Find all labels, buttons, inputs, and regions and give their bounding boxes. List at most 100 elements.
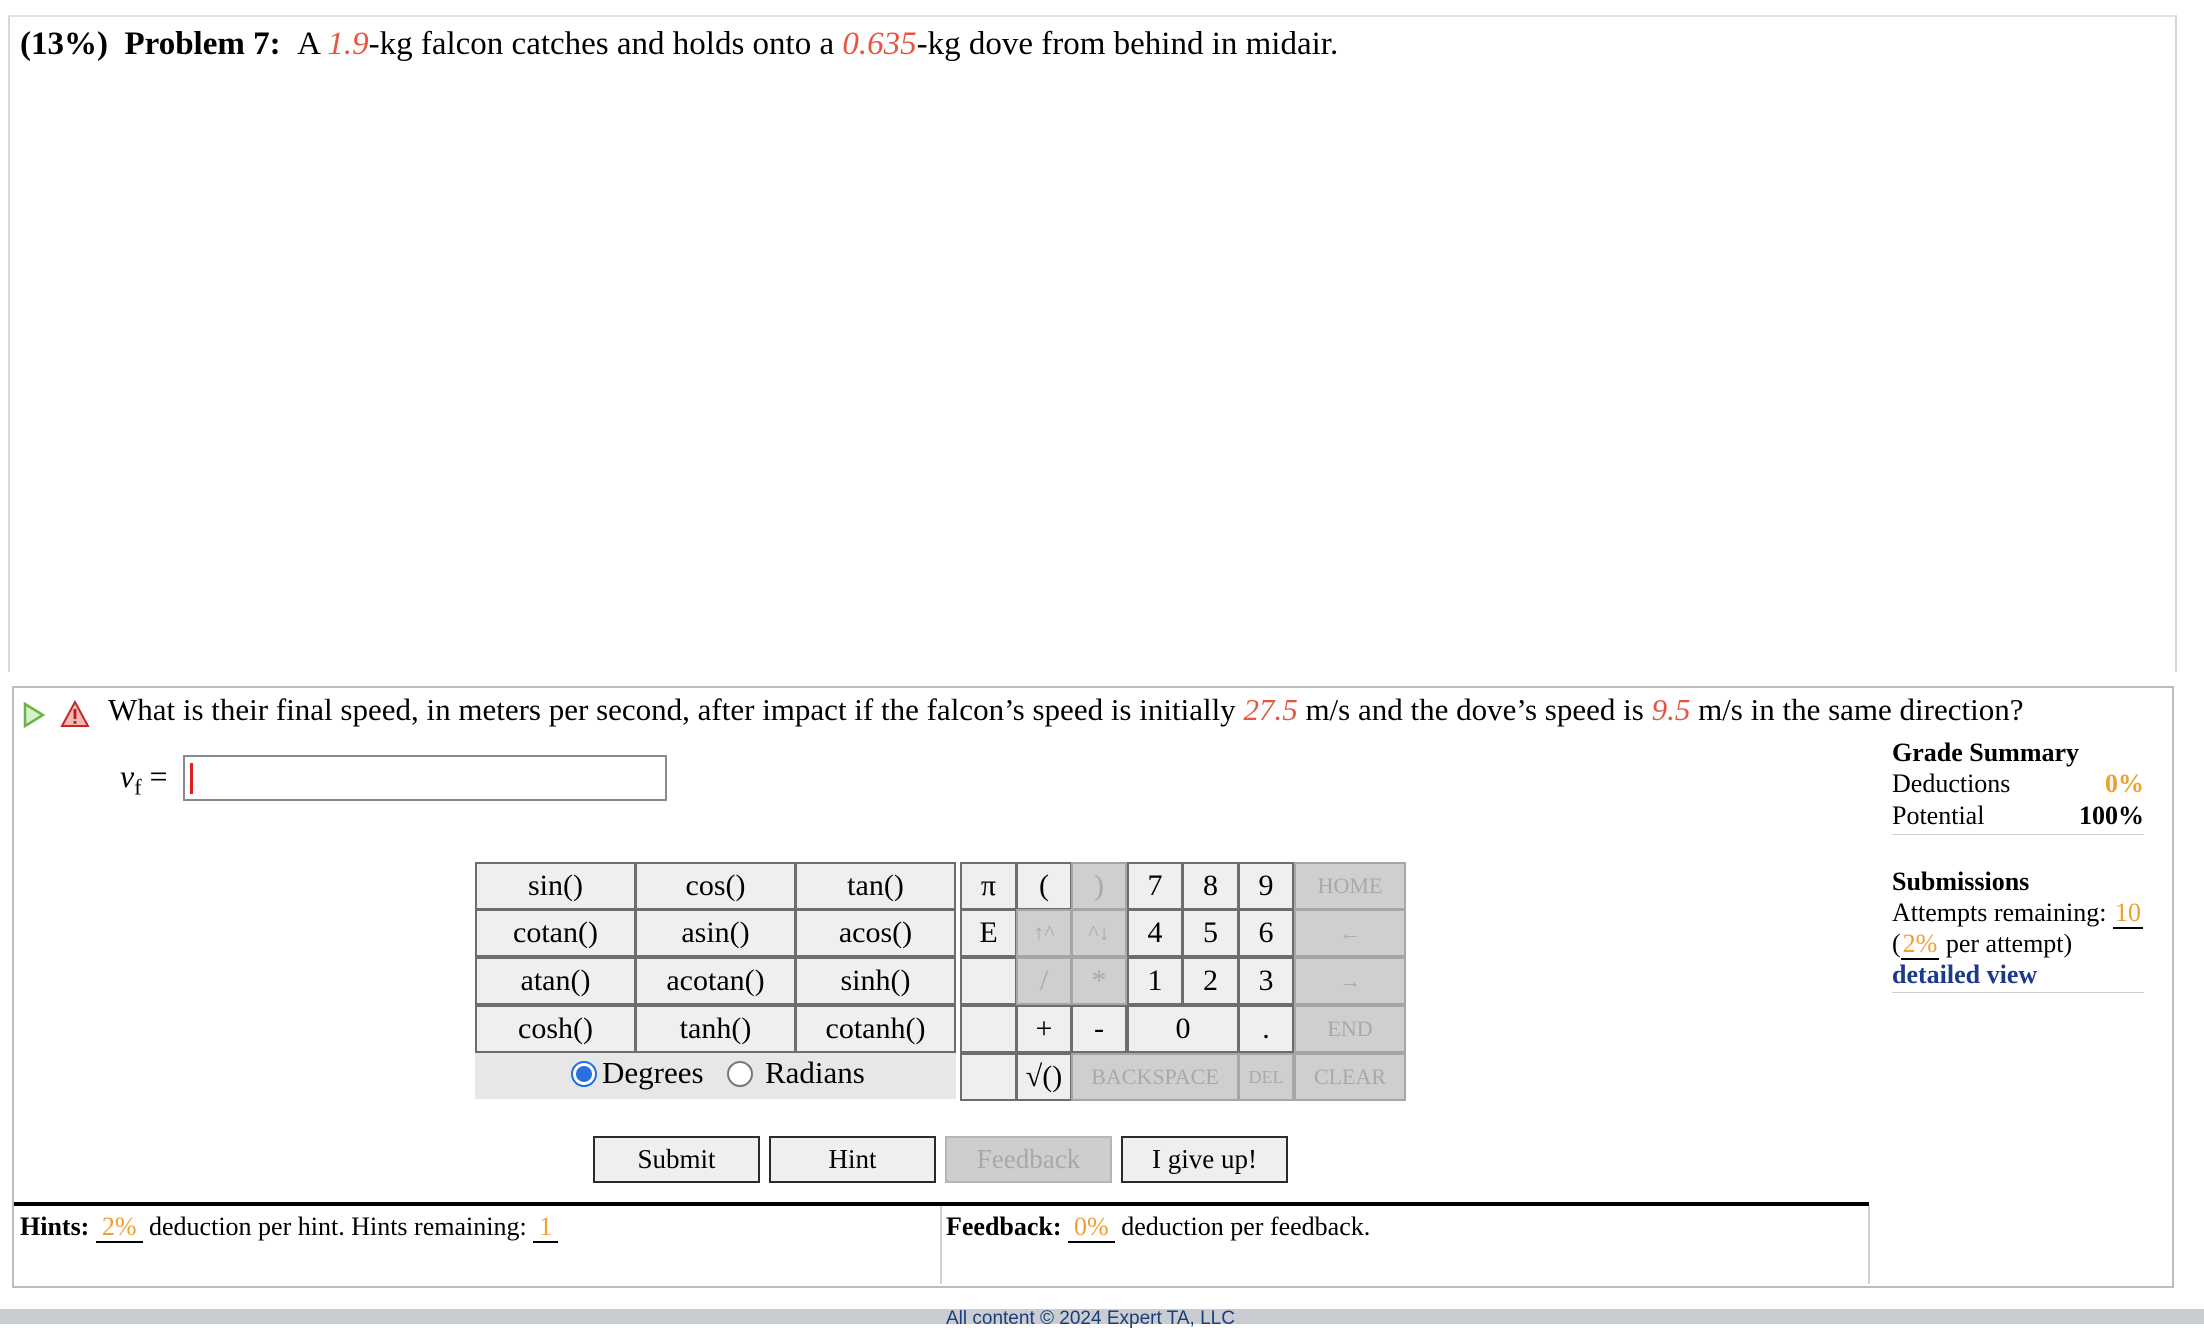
problem-label: Problem 7: — [124, 26, 281, 62]
hints-remaining-value: 1 — [533, 1212, 559, 1243]
submit-button[interactable]: Submit — [593, 1136, 760, 1183]
problem-text-c: -kg dove from behind in midair. — [916, 26, 1339, 62]
degrees-radio[interactable] — [571, 1061, 597, 1087]
per-attempt-text: per attempt) — [1939, 929, 2073, 958]
hints-panel: Hints: 2% deduction per hint. Hints rema… — [14, 1206, 942, 1284]
problem-weight: (13%) — [20, 26, 108, 62]
key-9[interactable]: 9 — [1238, 862, 1294, 910]
attempts-remaining-value: 10 — [2112, 898, 2143, 929]
problem-statement: (13%) Problem 7: A 1.9-kg falcon catches… — [20, 26, 1338, 63]
key-4[interactable]: 4 — [1127, 909, 1183, 957]
question-text: What is their final speed, in meters per… — [108, 692, 2023, 728]
key-sin[interactable]: sin() — [475, 862, 636, 910]
potential-value: 100% — [2079, 801, 2144, 830]
per-attempt-value: 2% — [1900, 929, 1940, 960]
submissions-title: Submissions — [1892, 867, 2030, 896]
key-del: DEL — [1238, 1053, 1294, 1101]
key-acos[interactable]: acos() — [795, 909, 956, 957]
grade-summary-title: Grade Summary — [1892, 738, 2080, 767]
key-asin[interactable]: asin() — [635, 909, 796, 957]
key-3[interactable]: 3 — [1238, 957, 1294, 1005]
key-cos[interactable]: cos() — [635, 862, 796, 910]
feedback-panel: Feedback: 0% deduction per feedback. — [942, 1206, 1870, 1284]
attempts-label: Attempts remaining: — [1892, 898, 2107, 927]
key-8[interactable]: 8 — [1182, 862, 1239, 910]
key-blank-3 — [960, 1053, 1017, 1101]
expand-play-icon[interactable] — [22, 702, 46, 728]
key-cotan[interactable]: cotan() — [475, 909, 636, 957]
submissions-panel: Submissions Attempts remaining: 10 (2% p… — [1892, 866, 2144, 993]
key-superscript-down: ^↓ — [1071, 909, 1127, 957]
answer-eq: = — [149, 758, 168, 794]
key-e[interactable]: E — [960, 909, 1017, 957]
key-end: END — [1294, 1005, 1406, 1053]
detailed-view-link[interactable]: detailed view — [1892, 960, 2037, 989]
key-tan[interactable]: tan() — [795, 862, 956, 910]
dove-mass-value: 0.635 — [842, 26, 917, 62]
problem-text-a: A — [297, 26, 328, 62]
key-multiply: * — [1071, 957, 1127, 1005]
key-clear: CLEAR — [1294, 1053, 1406, 1101]
key-superscript-up: ↑^ — [1016, 909, 1072, 957]
key-plus[interactable]: + — [1016, 1005, 1072, 1053]
grade-summary: Grade Summary Deductions 0% Potential 100% — [1892, 738, 2144, 835]
text-caret — [190, 763, 193, 794]
angle-mode-bar — [475, 1053, 956, 1099]
copyright-text: All content © 2024 Expert TA, LLC — [946, 1308, 1235, 1329]
key-pi[interactable]: π — [960, 862, 1017, 910]
key-cotanh[interactable]: cotanh() — [795, 1005, 956, 1053]
answer-sub: f — [134, 774, 142, 800]
feedback-button: Feedback — [945, 1136, 1112, 1183]
problem-panel — [8, 15, 2177, 672]
give-up-button[interactable]: I give up! — [1121, 1136, 1288, 1183]
key-blank-2 — [960, 1005, 1017, 1053]
potential-label: Potential — [1892, 801, 1985, 830]
per-attempt-open: ( — [1892, 929, 1901, 958]
hints-label: Hints: — [20, 1212, 90, 1241]
key-dot[interactable]: . — [1238, 1005, 1294, 1053]
key-acotan[interactable]: acotan() — [635, 957, 796, 1005]
question-text-b: m/s and the dove’s speed is — [1297, 692, 1652, 727]
key-sinh[interactable]: sinh() — [795, 957, 956, 1005]
hint-button[interactable]: Hint — [769, 1136, 936, 1183]
problem-text-b: -kg falcon catches and holds onto a — [368, 26, 843, 62]
key-home: HOME — [1294, 862, 1406, 910]
warning-icon — [60, 700, 90, 727]
key-blank-1 — [960, 957, 1017, 1005]
radians-label: Radians — [765, 1055, 865, 1090]
answer-variable-label: vf = — [120, 758, 168, 800]
key-close-paren: ) — [1071, 862, 1127, 910]
key-1[interactable]: 1 — [1127, 957, 1183, 1005]
radians-radio[interactable] — [727, 1061, 753, 1087]
key-backspace: BACKSPACE — [1071, 1053, 1239, 1101]
key-divide: / — [1016, 957, 1072, 1005]
key-cosh[interactable]: cosh() — [475, 1005, 636, 1053]
key-left-arrow: ← — [1294, 909, 1406, 957]
key-minus[interactable]: - — [1071, 1005, 1127, 1053]
key-7[interactable]: 7 — [1127, 862, 1183, 910]
key-2[interactable]: 2 — [1182, 957, 1239, 1005]
key-open-paren[interactable]: ( — [1016, 862, 1072, 910]
question-text-c: m/s in the same direction? — [1690, 692, 2024, 727]
key-6[interactable]: 6 — [1238, 909, 1294, 957]
falcon-speed-value: 27.5 — [1243, 692, 1298, 727]
key-tanh[interactable]: tanh() — [635, 1005, 796, 1053]
degrees-label: Degrees — [602, 1055, 704, 1090]
hints-text: deduction per hint. Hints remaining: — [149, 1212, 527, 1241]
key-5[interactable]: 5 — [1182, 909, 1239, 957]
answer-input[interactable] — [183, 755, 667, 801]
key-0[interactable]: 0 — [1127, 1005, 1239, 1053]
feedback-label: Feedback: — [946, 1212, 1062, 1241]
deductions-value: 0% — [2105, 769, 2144, 798]
question-text-a: What is their final speed, in meters per… — [108, 692, 1244, 727]
dove-speed-value: 9.5 — [1651, 692, 1691, 727]
deductions-label: Deductions — [1892, 769, 2011, 798]
key-sqrt[interactable]: √() — [1016, 1053, 1072, 1101]
answer-var: v — [120, 758, 135, 794]
feedback-deduction-value: 0% — [1068, 1212, 1115, 1243]
falcon-mass-value: 1.9 — [327, 26, 369, 62]
key-atan[interactable]: atan() — [475, 957, 636, 1005]
key-right-arrow: → — [1294, 957, 1406, 1005]
feedback-text: deduction per feedback. — [1121, 1212, 1371, 1241]
hint-deduction-value: 2% — [95, 1212, 143, 1243]
